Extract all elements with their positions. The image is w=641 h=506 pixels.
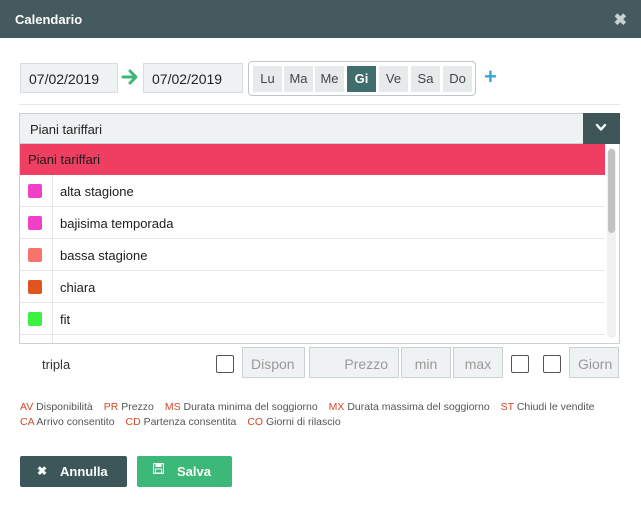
list-header-option[interactable]: Piani tariffari bbox=[20, 144, 605, 175]
close-icon[interactable]: ✖ bbox=[614, 10, 627, 30]
legend-item: ST Chiudi le vendite bbox=[501, 401, 595, 413]
calendar-dialog: Calendario ✖ 07/02/2019 07/02/2019 Lu Ma… bbox=[0, 0, 641, 506]
color-swatch bbox=[28, 312, 42, 326]
list-item[interactable] bbox=[20, 335, 605, 343]
legend-code: CD bbox=[125, 416, 141, 428]
scrollbar-thumb[interactable] bbox=[608, 149, 615, 233]
max-stay-input[interactable]: max bbox=[453, 347, 503, 378]
legend-code: MS bbox=[164, 401, 181, 413]
list-item[interactable]: bajisima temporada bbox=[20, 207, 605, 239]
day-sa[interactable]: Sa bbox=[411, 66, 440, 92]
select-value: Piani tariffari bbox=[30, 122, 103, 137]
list-item[interactable]: chiara bbox=[20, 271, 605, 303]
legend-item: AV Disponibilità bbox=[20, 401, 93, 413]
cancel-button-label: Annulla bbox=[60, 464, 108, 479]
legend-text: Durata minima del soggiorno bbox=[183, 401, 318, 413]
legend-text: Chiudi le vendite bbox=[516, 401, 595, 413]
legend-code: CA bbox=[20, 416, 35, 428]
color-swatch bbox=[28, 184, 42, 198]
swatch-cell bbox=[20, 207, 53, 238]
list-item-label: alta stagione bbox=[60, 184, 134, 199]
price-input[interactable]: Prezzo bbox=[309, 347, 399, 378]
legend-item: PR Prezzo bbox=[104, 401, 154, 413]
add-icon[interactable]: + bbox=[484, 64, 497, 90]
floppy-disk-icon bbox=[152, 462, 165, 477]
legend-code: PR bbox=[103, 401, 119, 413]
swatch-cell bbox=[20, 175, 53, 206]
release-days-input[interactable]: Giorn bbox=[569, 347, 619, 378]
swatch-cell bbox=[20, 271, 53, 302]
legend-text: Arrivo consentito bbox=[36, 416, 115, 428]
list-item-label: fit bbox=[60, 312, 71, 327]
day-ma[interactable]: Ma bbox=[284, 66, 313, 92]
date-to-input[interactable]: 07/02/2019 bbox=[143, 63, 243, 93]
legend-text: Prezzo bbox=[121, 401, 154, 413]
legend-item: MX Durata massima del soggiorno bbox=[329, 401, 490, 413]
close-icon: ✖ bbox=[37, 464, 48, 478]
checkbox-close-sales[interactable] bbox=[216, 355, 234, 373]
title-bar: Calendario ✖ bbox=[0, 0, 641, 38]
rate-plan-select[interactable]: Piani tariffari bbox=[19, 113, 620, 144]
chevron-down-icon[interactable] bbox=[583, 113, 620, 144]
legend-line-1: AV Disponibilità PR Prezzo MS Durata min… bbox=[20, 401, 602, 413]
color-swatch bbox=[28, 248, 42, 262]
divider bbox=[19, 104, 620, 105]
day-gi[interactable]: Gi bbox=[347, 66, 376, 92]
min-stay-input[interactable]: min bbox=[401, 347, 451, 378]
legend-item: CD Partenza consentita bbox=[125, 416, 236, 428]
date-from-input[interactable]: 07/02/2019 bbox=[20, 63, 118, 93]
availability-input[interactable]: Dispon bbox=[242, 347, 305, 378]
rate-plan-dropdown-list: Piani tariffari alta stagione bajisima t… bbox=[19, 144, 620, 344]
swatch-cell bbox=[20, 335, 53, 343]
legend-text: Disponibilità bbox=[36, 401, 93, 413]
list-item-label: chiara bbox=[60, 280, 96, 295]
day-me[interactable]: Me bbox=[315, 66, 344, 92]
list-item-label: bassa stagione bbox=[60, 248, 148, 263]
checkbox-departure[interactable] bbox=[543, 355, 561, 373]
list-item[interactable]: alta stagione bbox=[20, 175, 605, 207]
day-lu[interactable]: Lu bbox=[253, 66, 282, 92]
swatch-cell bbox=[20, 303, 53, 334]
legend-item: CA Arrivo consentito bbox=[20, 416, 115, 428]
weekday-selector: Lu Ma Me Gi Ve Sa Do bbox=[248, 61, 476, 96]
checkbox-arrival[interactable] bbox=[511, 355, 529, 373]
list-item[interactable]: bassa stagione bbox=[20, 239, 605, 271]
color-swatch bbox=[28, 216, 42, 230]
legend-code: AV bbox=[20, 401, 34, 413]
legend-line-2: CA Arrivo consentito CD Partenza consent… bbox=[20, 416, 349, 428]
save-button-label: Salva bbox=[177, 464, 211, 479]
save-button[interactable]: Salva bbox=[137, 456, 232, 487]
legend-text: Giorni di rilascio bbox=[265, 416, 341, 428]
day-do[interactable]: Do bbox=[443, 66, 472, 92]
list-item-label: bajisima temporada bbox=[60, 216, 174, 231]
legend-code: MX bbox=[328, 401, 345, 413]
legend-code: ST bbox=[500, 401, 514, 413]
dialog-title: Calendario bbox=[15, 12, 83, 27]
legend-item: CO Giorni di rilascio bbox=[247, 416, 340, 428]
color-swatch bbox=[28, 280, 42, 294]
day-ve[interactable]: Ve bbox=[379, 66, 408, 92]
legend-item: MS Durata minima del soggiorno bbox=[165, 401, 318, 413]
legend-text: Partenza consentita bbox=[143, 416, 237, 428]
list-item[interactable]: fit bbox=[20, 303, 605, 335]
legend-text: Durata massima del soggiorno bbox=[347, 401, 490, 413]
swatch-cell bbox=[20, 239, 53, 270]
cancel-button[interactable]: ✖ Annulla bbox=[20, 456, 127, 487]
room-type-label: tripla bbox=[42, 357, 71, 372]
arrow-right-icon bbox=[121, 69, 138, 85]
legend-code: CO bbox=[247, 416, 264, 428]
